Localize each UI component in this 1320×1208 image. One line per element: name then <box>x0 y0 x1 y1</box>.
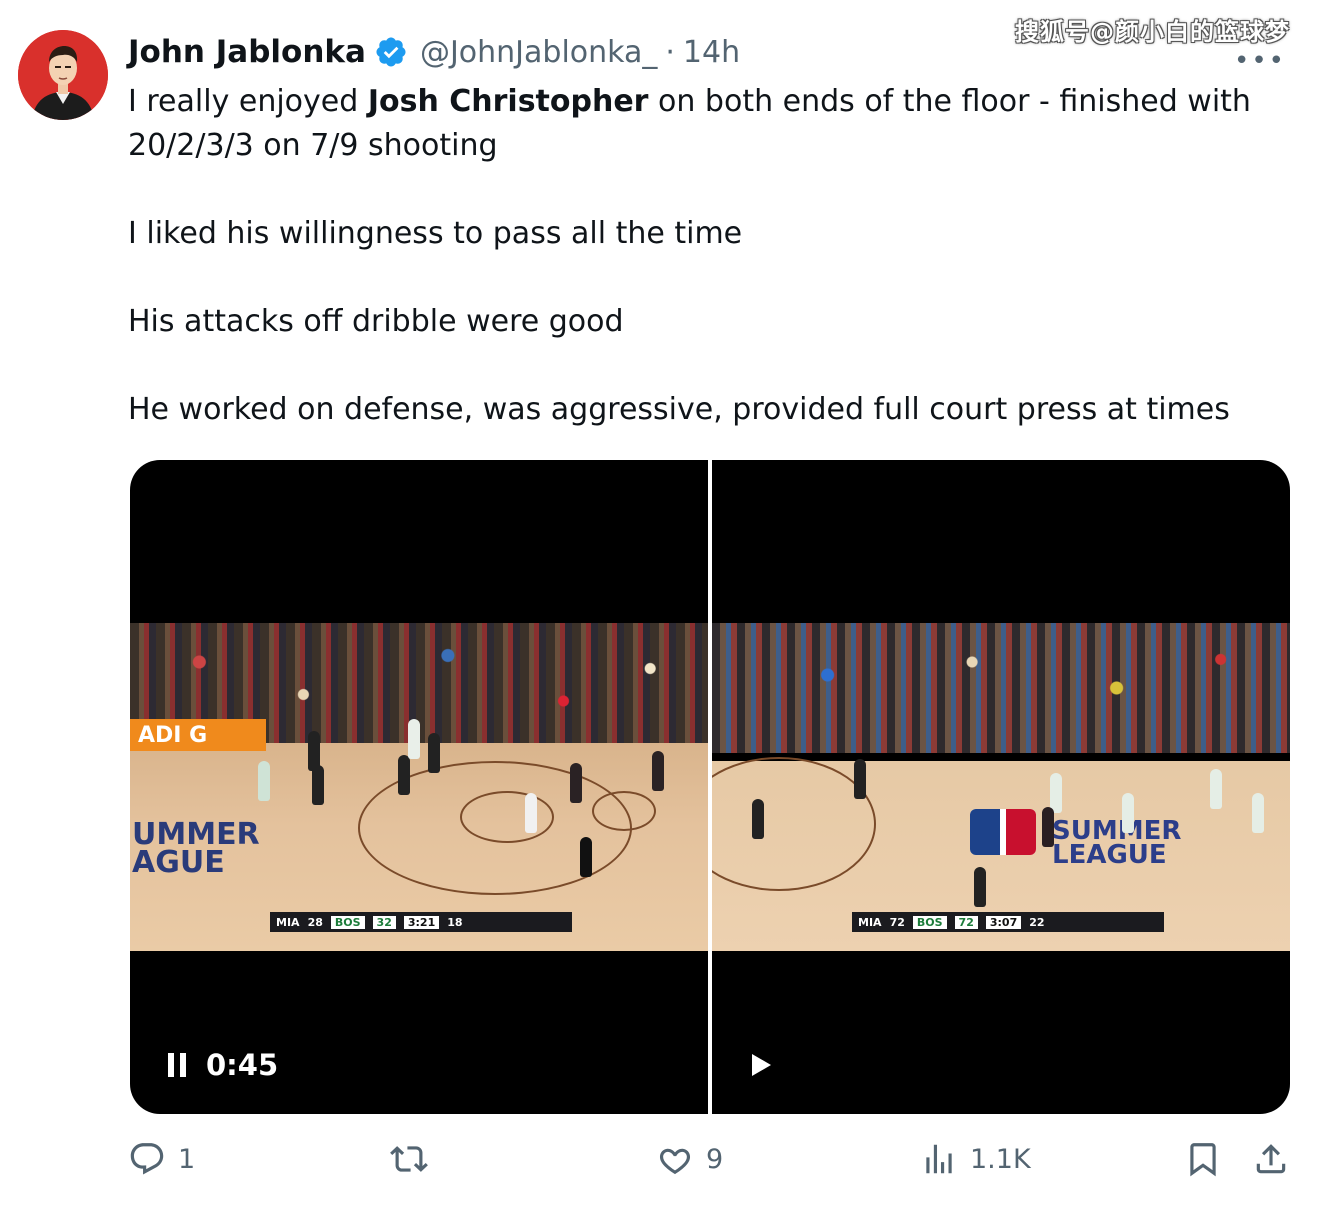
tweet-line-1: I really enjoyed Josh Christopher on bot… <box>128 80 1288 168</box>
retweet-button[interactable] <box>390 1140 428 1178</box>
views-button[interactable]: 1.1K <box>920 1140 1031 1178</box>
score-team1: MIA <box>858 915 882 929</box>
tweet-line-3: His attacks off dribble were good <box>128 304 624 339</box>
tweet-line-1-pre: I really enjoyed <box>128 84 368 119</box>
reply-count: 1 <box>178 1143 196 1175</box>
tweet-actions: 1 9 1.1K <box>0 1140 1320 1196</box>
score-team2: BOS <box>330 915 365 929</box>
nba-logo-icon <box>970 809 1036 855</box>
crowd-image <box>712 623 1290 753</box>
score-value1: 28 <box>307 915 323 929</box>
video-player-left[interactable]: ADI G UMMER AGUE MIA 28 BOS 32 3:21 18 0… <box>130 460 708 1114</box>
tweet-header: John Jablonka @JohnJablonka_ · 14h <box>128 30 740 74</box>
bookmark-button[interactable] <box>1184 1140 1222 1178</box>
score-team2: BOS <box>912 915 947 929</box>
video-player-right[interactable]: SUMMER LEAGUE MIA 72 BOS 72 3:07 22 <box>712 460 1290 1114</box>
score-shotclock: 18 <box>447 915 463 929</box>
reply-button[interactable]: 1 <box>128 1140 195 1178</box>
video-controls-left: 0:45 <box>168 1048 278 1082</box>
scorebar-left: MIA 28 BOS 32 3:21 18 <box>270 912 572 932</box>
tweet-text: I really enjoyed Josh Christopher on bot… <box>128 80 1288 432</box>
author-handle[interactable]: @JohnJablonka_ <box>420 35 657 70</box>
adboard: ADI G <box>130 719 266 751</box>
share-icon <box>1256 1144 1286 1174</box>
separator-dot: · <box>665 34 675 70</box>
like-count: 9 <box>706 1143 724 1175</box>
like-button[interactable]: 9 <box>656 1140 723 1178</box>
tweet-timestamp[interactable]: 14h <box>683 35 740 70</box>
more-options-button[interactable]: ••• <box>1234 46 1286 76</box>
score-shotclock: 22 <box>1029 915 1045 929</box>
views-chart-icon <box>926 1144 952 1174</box>
score-clock: 3:07 <box>985 915 1022 929</box>
avatar-portrait-icon <box>18 30 108 120</box>
heart-icon <box>659 1148 691 1175</box>
tweet-line-4: He worked on defense, was aggressive, pr… <box>128 392 1230 427</box>
summer-league-logo: SUMMER LEAGUE <box>1052 816 1182 870</box>
score-value1: 72 <box>889 915 905 929</box>
video-time: 0:45 <box>206 1048 279 1082</box>
play-icon[interactable] <box>752 1054 771 1076</box>
score-clock: 3:21 <box>403 915 440 929</box>
media-grid: ADI G UMMER AGUE MIA 28 BOS 32 3:21 18 0… <box>130 460 1290 1114</box>
scorebar-right: MIA 72 BOS 72 3:07 22 <box>852 912 1164 932</box>
tweet-line-2: I liked his willingness to pass all the … <box>128 216 743 251</box>
views-count: 1.1K <box>970 1143 1031 1175</box>
tweet-line-1-bold: Josh Christopher <box>367 84 649 119</box>
avatar[interactable] <box>18 30 108 120</box>
score-team1: MIA <box>276 915 300 929</box>
watermark: 搜狐号@颜小白的篮球梦 <box>1015 18 1290 46</box>
video-frame-right: SUMMER LEAGUE MIA 72 BOS 72 3:07 22 <box>712 623 1290 951</box>
summer-league-logo: UMMER AGUE <box>132 817 260 880</box>
reply-icon <box>130 1143 164 1175</box>
share-button[interactable] <box>1252 1140 1290 1178</box>
score-value2: 72 <box>954 915 978 929</box>
pause-icon[interactable] <box>168 1053 186 1077</box>
retweet-icon <box>390 1146 428 1172</box>
author-name[interactable]: John Jablonka <box>128 34 366 70</box>
video-frame-left: ADI G UMMER AGUE MIA 28 BOS 32 3:21 18 <box>130 623 708 951</box>
verified-badge-icon <box>376 37 406 67</box>
bookmark-icon <box>1190 1143 1216 1177</box>
score-value2: 32 <box>372 915 396 929</box>
